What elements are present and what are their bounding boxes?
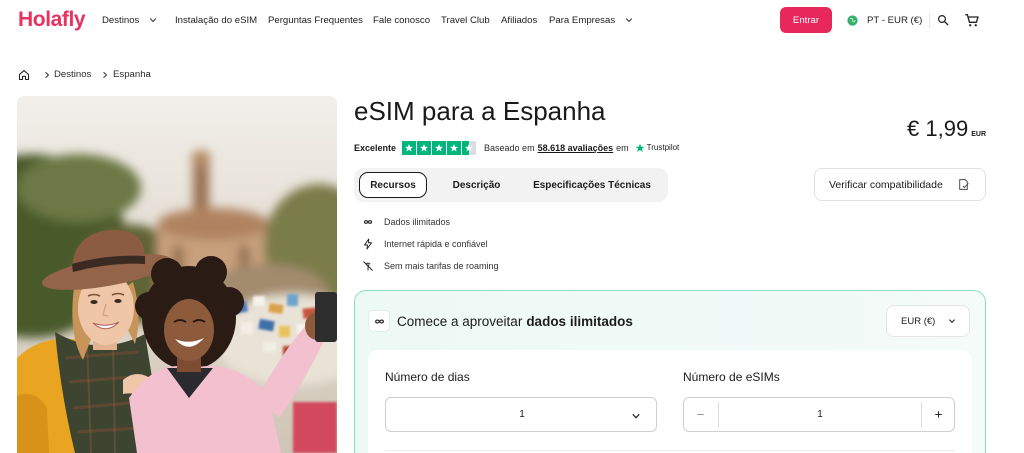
- nav-item-label: Fale conosco: [373, 14, 431, 26]
- device-check-icon: [957, 178, 970, 191]
- check-compatibility-button[interactable]: Verificar compatibilidade: [814, 168, 986, 201]
- breadcrumb: Destinos Espanha: [0, 64, 200, 86]
- plus-icon[interactable]: [933, 409, 944, 420]
- lightning-icon: [362, 238, 374, 250]
- trustpilot-rating: Excelente Baseado em 58.618 avaliações e…: [354, 140, 679, 155]
- trustpilot-star-box: [447, 140, 462, 155]
- plan-selector-card: Comece a aproveitar dados ilimitados EUR …: [354, 290, 986, 453]
- home-icon[interactable]: [18, 69, 30, 81]
- nav-item-label: Instalação do eSIM: [175, 14, 258, 26]
- plan-heading: Comece a aproveitar dados ilimitados: [397, 314, 633, 330]
- infinity-icon: [362, 216, 374, 228]
- nav-item-label: Afiliados: [501, 14, 538, 26]
- globe-icon: [847, 14, 858, 26]
- nav-item-travel-club[interactable]: Travel Club: [441, 0, 490, 40]
- feature-label: Sem mais tarifas de roaming: [384, 261, 499, 271]
- trustpilot-star-box: [462, 140, 477, 155]
- list-item: Sem mais tarifas de roaming: [354, 256, 614, 276]
- header-divider: [929, 13, 930, 28]
- price-currency: EUR: [971, 131, 986, 138]
- nav-item-business[interactable]: Para Empresas: [549, 0, 633, 40]
- top-nav: Holafly Destinos Instalação do eSIM Perg…: [0, 0, 1024, 40]
- page: Holafly Destinos Instalação do eSIM Perg…: [0, 0, 1024, 453]
- chevron-right-icon: [43, 71, 51, 79]
- trustpilot-star-icon: [635, 143, 645, 153]
- chevron-down-icon: [625, 16, 633, 24]
- plan-options-panel: Número de dias Número de eSIMs 1 1: [368, 350, 972, 453]
- trustpilot-logo-text: Trustpilot: [646, 143, 680, 152]
- nav-item-label: Para Empresas: [549, 14, 616, 26]
- currency-select[interactable]: EUR (€): [886, 305, 970, 337]
- cart-icon[interactable]: [964, 12, 980, 28]
- minus-icon[interactable]: [695, 409, 706, 420]
- list-item: Internet rápida e confiável: [354, 234, 614, 254]
- check-compatibility-label: Verificar compatibilidade: [829, 178, 943, 191]
- price-value: € 1,99: [907, 116, 969, 141]
- no-roaming-icon: [362, 260, 374, 272]
- reviews-link[interactable]: 58.618 avaliações: [538, 143, 614, 153]
- search-icon[interactable]: [937, 14, 949, 26]
- stepper-divider: [921, 402, 922, 427]
- trustpilot-star-box: [402, 140, 417, 155]
- locale-label: PT - EUR (€): [867, 14, 923, 26]
- price: € 1,99 EUR: [907, 116, 986, 142]
- nav-item-instalacao[interactable]: Instalação do eSIM: [175, 0, 257, 40]
- days-label: Número de dias: [385, 370, 470, 384]
- plan-heading-bold: dados ilimitados: [526, 314, 633, 329]
- tab-descricao[interactable]: Descrição: [444, 172, 509, 198]
- nav-item-faq[interactable]: Perguntas Frequentes: [268, 0, 363, 40]
- tab-especificacoes[interactable]: Especificações Técnicas: [529, 172, 655, 198]
- rating-label: Excelente: [354, 142, 397, 153]
- stepper-divider: [718, 402, 719, 427]
- nav-item-contact[interactable]: Fale conosco: [373, 0, 430, 40]
- nav-item-affiliates[interactable]: Afiliados: [501, 0, 537, 40]
- nav-item-label: Travel Club: [441, 14, 490, 26]
- rating-stars: [402, 140, 477, 155]
- list-item: Dados ilimitados: [354, 212, 614, 232]
- tab-recursos[interactable]: Recursos: [359, 172, 427, 198]
- plan-heading-prefix: Comece a aproveitar: [397, 314, 523, 329]
- login-button[interactable]: Entrar: [780, 7, 832, 33]
- esims-stepper: 1: [683, 397, 955, 432]
- panel-divider: [385, 450, 955, 451]
- breadcrumb-current: Espanha: [113, 69, 151, 80]
- esims-value[interactable]: 1: [800, 398, 840, 431]
- esims-label: Número de eSIMs: [683, 370, 780, 384]
- page-title: eSIM para a Espanha: [354, 96, 606, 126]
- nav-item-label: Destinos: [102, 14, 140, 26]
- trustpilot-star-box: [417, 140, 432, 155]
- rating-based-on: Baseado em: [484, 142, 535, 153]
- chevron-down-icon: [149, 16, 157, 24]
- holafly-logo[interactable]: Holafly: [18, 8, 86, 32]
- nav-item-label: Perguntas Frequentes: [268, 14, 363, 26]
- days-select[interactable]: 1: [385, 397, 657, 432]
- feature-label: Dados ilimitados: [384, 217, 451, 227]
- breadcrumb-link-destinos[interactable]: Destinos: [54, 69, 91, 81]
- feature-label: Internet rápida e confiável: [384, 239, 488, 249]
- chevron-right-icon: [101, 71, 109, 79]
- rating-on: em: [616, 142, 629, 153]
- nav-item-destinos[interactable]: Destinos: [102, 0, 157, 40]
- hero-photo: [17, 96, 337, 453]
- currency-select-value: EUR (€): [901, 315, 936, 327]
- chevron-down-icon: [631, 411, 641, 421]
- locale-selector[interactable]: PT - EUR (€): [847, 0, 922, 40]
- days-value: 1: [519, 409, 525, 420]
- infinity-icon: [368, 310, 390, 332]
- hero-image: [17, 96, 337, 453]
- features-list: Dados ilimitados Internet rápida e confi…: [354, 212, 614, 276]
- trustpilot-star-box: [432, 140, 447, 155]
- product-tabs: Recursos Descrição Especificações Técnic…: [354, 168, 668, 202]
- chevron-down-icon: [948, 317, 956, 325]
